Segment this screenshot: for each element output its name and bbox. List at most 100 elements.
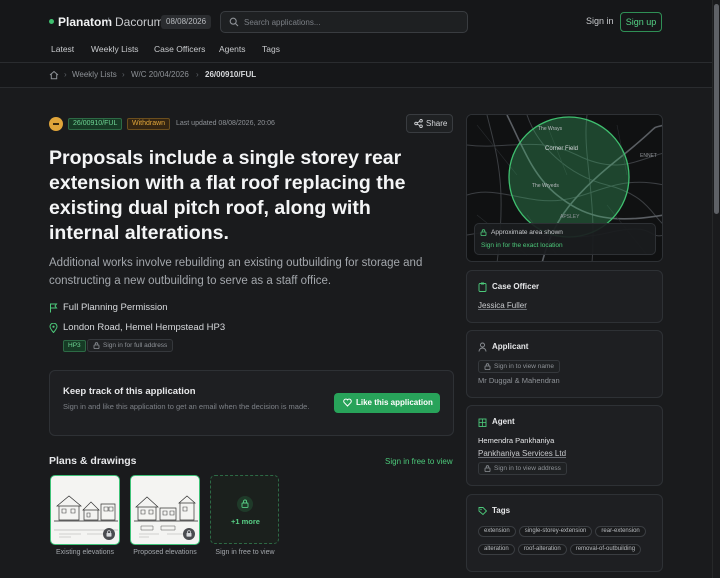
- search-input[interactable]: [244, 17, 464, 27]
- agent-card: Agent Hemendra Pankhaniya Pankhaniya Ser…: [466, 405, 663, 486]
- map-label: Corner Field: [545, 146, 579, 152]
- more-plans-tile[interactable]: +1 more: [210, 475, 279, 544]
- top-bar: Planatom / Dacorum 08/08/2026 Sign in Si…: [0, 0, 712, 40]
- applicant-name: Mr Duggal & Mahendran: [478, 376, 560, 385]
- address-row: London Road, Hemel Hempstead HP3: [49, 322, 225, 333]
- agent-heading-label: Agent: [492, 417, 515, 426]
- chevron-right-icon: ›: [196, 70, 199, 79]
- applicant-heading: Applicant: [478, 342, 529, 352]
- agent-company-link[interactable]: Pankhaniya Services Ltd: [478, 449, 566, 458]
- map-label: The Wrays: [538, 126, 563, 132]
- track-application-card: Keep track of this application Sign in a…: [49, 370, 454, 436]
- lock-icon: [480, 229, 487, 236]
- map-note: Approximate area shown Sign in for the e…: [474, 223, 656, 255]
- search-box[interactable]: [220, 11, 468, 33]
- scrollbar-thumb[interactable]: [714, 4, 719, 214]
- case-officer-heading: Case Officer: [478, 282, 540, 292]
- breadcrumb: › Weekly Lists › W/C 20/04/2026 › 26/009…: [0, 63, 712, 87]
- status-row: 26/00910/FUL Withdrawn Last updated 08/0…: [49, 117, 349, 131]
- tag-list: extension single-storey-extension rear-ext…: [478, 523, 658, 559]
- withdrawn-status-icon: [49, 117, 63, 131]
- lock-icon: [484, 363, 491, 370]
- address: London Road, Hemel Hempstead HP3: [63, 322, 226, 333]
- tags-card: Tags extension single-storey-extension rea…: [466, 494, 663, 572]
- like-button-label: Like this application: [356, 398, 433, 407]
- search-icon: [229, 17, 239, 27]
- share-icon: [414, 119, 423, 128]
- sign-up-button[interactable]: Sign up: [620, 12, 662, 32]
- reference-badge: 26/00910/FUL: [68, 118, 123, 130]
- lock-icon: [93, 342, 100, 349]
- tab-tags[interactable]: Tags: [262, 44, 280, 54]
- agent-address-lock-chip[interactable]: Sign in to view address: [478, 462, 567, 475]
- map-label: APSLEY: [560, 214, 580, 220]
- flag-icon: [50, 303, 58, 313]
- map-pin-icon: [49, 323, 58, 333]
- tag-chip[interactable]: extension: [478, 526, 516, 537]
- date-badge: 08/08/2026: [161, 15, 212, 29]
- tab-case-officers[interactable]: Case Officers: [154, 44, 205, 54]
- tag-chip[interactable]: alteration: [478, 544, 515, 555]
- tag-chip[interactable]: removal-of-outbuilding: [569, 544, 642, 555]
- user-icon: [478, 342, 487, 352]
- breadcrumb-current: 26/00910/FUL: [205, 70, 257, 79]
- plan-thumbnail[interactable]: [130, 475, 200, 545]
- agent-heading: Agent: [478, 417, 515, 427]
- share-label: Share: [426, 119, 448, 128]
- tab-latest[interactable]: Latest: [51, 44, 74, 54]
- logo-dot-icon: [49, 19, 54, 24]
- map-sign-in-link[interactable]: Sign in for the exact location: [481, 242, 563, 249]
- case-officer-link[interactable]: Jessica Fuller: [478, 301, 527, 310]
- lock-icon: [183, 528, 195, 540]
- like-application-button[interactable]: Like this application: [334, 393, 440, 413]
- divider: [0, 87, 712, 88]
- status-badge: Withdrawn: [127, 118, 171, 130]
- lock-chip-label: Sign in to view address: [494, 465, 561, 472]
- tag-chip[interactable]: rear-extension: [595, 526, 646, 537]
- clipboard-icon: [478, 282, 487, 292]
- tag-chip[interactable]: single-storey-extension: [518, 526, 593, 537]
- tab-agents[interactable]: Agents: [219, 44, 245, 54]
- permission-type-row: Full Planning Permission: [49, 302, 168, 313]
- home-icon[interactable]: [49, 70, 59, 80]
- map-label: ENNET: [640, 153, 657, 159]
- map-label: The Wryeds: [532, 183, 559, 189]
- plans-heading: Plans & drawings: [49, 455, 137, 467]
- full-address-lock-chip[interactable]: Sign in for full address: [87, 339, 174, 352]
- sign-in-link[interactable]: Sign in: [586, 16, 614, 26]
- lock-icon: [484, 465, 491, 472]
- share-button[interactable]: Share: [406, 114, 453, 133]
- plan-caption: Proposed elevations: [133, 549, 197, 556]
- brand-name[interactable]: Planatom: [58, 15, 112, 29]
- track-card-title: Keep track of this application: [63, 386, 196, 397]
- plan-caption: Sign in free to view: [215, 549, 275, 556]
- applicant-lock-chip[interactable]: Sign in to view name: [478, 360, 560, 373]
- lock-icon: [103, 528, 115, 540]
- lock-chip-label: Sign in for full address: [103, 342, 168, 349]
- brand-separator: /: [106, 15, 110, 29]
- breadcrumb-weekly-lists[interactable]: Weekly Lists: [72, 70, 117, 79]
- council-name[interactable]: Dacorum: [115, 15, 164, 29]
- tag-icon: [478, 507, 487, 516]
- chevron-right-icon: ›: [64, 70, 67, 79]
- page-scrollbar[interactable]: [712, 0, 720, 578]
- track-card-text: Sign in and like this application to get…: [63, 402, 310, 411]
- plan-thumbnail[interactable]: [50, 475, 120, 545]
- applicant-heading-label: Applicant: [492, 342, 529, 351]
- breadcrumb-week[interactable]: W/C 20/04/2026: [131, 70, 189, 79]
- tag-chip[interactable]: roof-alteration: [517, 544, 567, 555]
- tab-weekly-lists[interactable]: Weekly Lists: [91, 44, 139, 54]
- tags-heading-label: Tags: [492, 506, 511, 515]
- postcode-badge: HP3: [63, 340, 86, 352]
- plans-sign-in-link[interactable]: Sign in free to view: [385, 457, 453, 466]
- case-officer-card: Case Officer Jessica Fuller: [466, 270, 663, 323]
- last-updated: Last updated 08/08/2026, 20:06: [176, 120, 275, 127]
- agent-name: Hemendra Pankhaniya: [478, 436, 555, 445]
- nav-tabs: Latest Weekly Lists Case Officers Agents…: [0, 40, 712, 62]
- more-plans-count: +1 more: [231, 517, 260, 526]
- chevron-right-icon: ›: [122, 70, 125, 79]
- case-officer-heading-label: Case Officer: [492, 282, 540, 291]
- building-icon: [478, 418, 487, 427]
- tags-heading: Tags: [478, 506, 511, 516]
- applicant-card: Applicant Sign in to view name Mr Duggal…: [466, 330, 663, 398]
